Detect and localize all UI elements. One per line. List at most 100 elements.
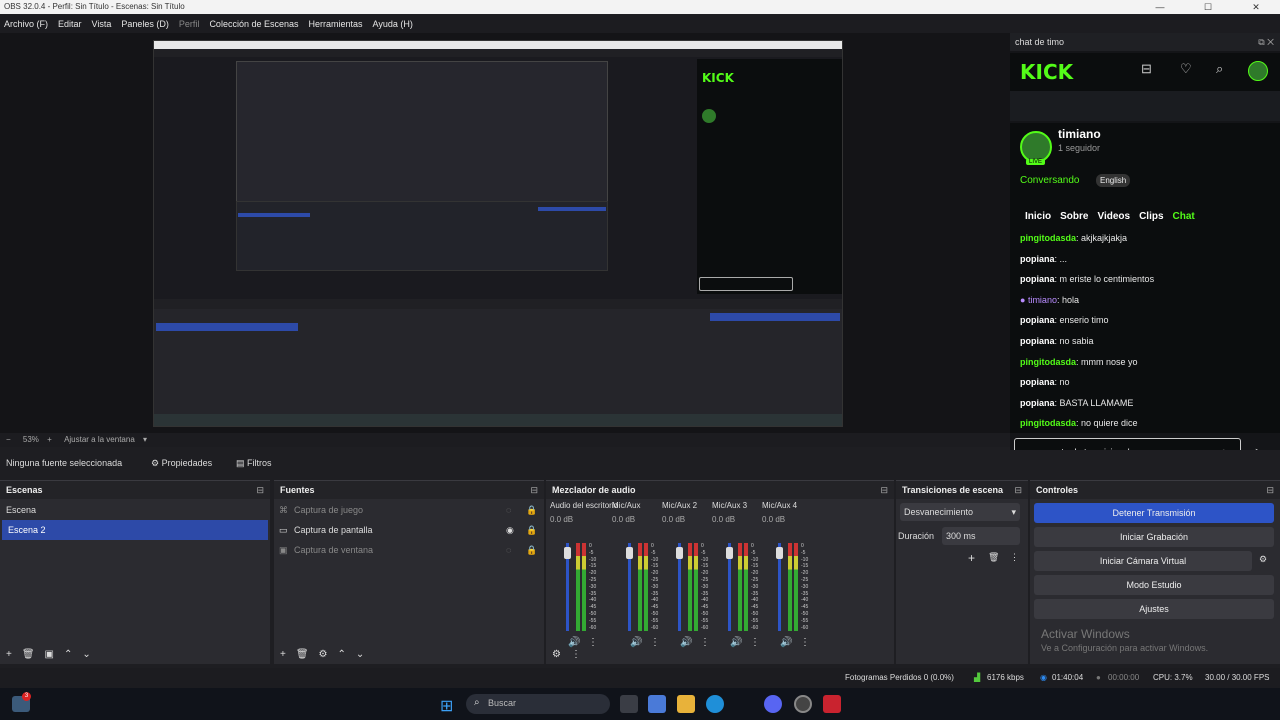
tab-sobre[interactable]: Sobre — [1060, 211, 1088, 222]
studio-mode-button[interactable]: Modo Estudio — [1034, 575, 1274, 595]
scene-item-escena-2[interactable]: Escena 2 — [2, 520, 268, 540]
chat-username[interactable]: popiana — [1020, 336, 1055, 346]
chat-username[interactable]: popiana — [1020, 398, 1055, 408]
move-down-icon[interactable]: ⌄ — [82, 649, 90, 660]
chat-username[interactable]: timiano — [1028, 295, 1057, 305]
trash-icon[interactable]: 🗑 — [988, 552, 999, 563]
duration-spinbox[interactable]: 300 ms — [942, 527, 1020, 545]
menu-editar[interactable]: Editar — [58, 19, 82, 29]
lock-icon[interactable]: 🔒 — [526, 540, 537, 560]
widgets-icon[interactable] — [648, 695, 666, 713]
app-icon[interactable] — [823, 695, 841, 713]
chevron-down-icon[interactable]: ▾ — [143, 435, 147, 444]
chat-text: ... — [1059, 253, 1068, 264]
file-explorer-icon[interactable] — [677, 695, 695, 713]
eye-icon[interactable]: ◉ — [506, 520, 514, 540]
chat-username[interactable]: popiana — [1020, 254, 1055, 264]
db-tick: -40 — [751, 597, 759, 604]
menu-ayuda[interactable]: Ayuda (H) — [373, 19, 413, 29]
maximize-icon[interactable]: ☐ — [1184, 0, 1232, 14]
dock-config-icon[interactable]: ⊟ — [256, 481, 264, 499]
user-avatar-icon[interactable] — [1248, 61, 1268, 81]
menu-vista[interactable]: Vista — [92, 19, 112, 29]
menu-paneles[interactable]: Paneles (D) — [121, 19, 169, 29]
chat-username[interactable]: pingitodasda — [1020, 233, 1076, 243]
menu-herramientas[interactable]: Herramientas — [309, 19, 363, 29]
dock-config-icon[interactable]: ⊟ — [530, 481, 538, 499]
filter-icon[interactable]: ▣ — [45, 649, 54, 660]
volume-knob[interactable] — [626, 547, 633, 559]
more-icon[interactable]: ⋮ — [571, 649, 581, 660]
scene-item-escena[interactable]: Escena — [0, 500, 270, 520]
mixer-settings-icon[interactable]: ⚙ — [552, 649, 561, 660]
virtual-camera-settings-icon[interactable]: ⚙ — [1259, 554, 1267, 565]
tab-inicio[interactable]: Inicio — [1025, 211, 1051, 222]
volume-knob[interactable] — [676, 547, 683, 559]
settings-button[interactable]: Ajustes — [1034, 599, 1274, 619]
chat-message-list[interactable]: pingitodasda: akjkajkjakja popiana: ... po… — [1010, 228, 1280, 433]
heart-icon[interactable]: ♡ — [1180, 61, 1192, 77]
volume-knob[interactable] — [776, 547, 783, 559]
minimize-icon[interactable]: — — [1136, 0, 1184, 14]
lock-icon[interactable]: 🔒 — [526, 520, 537, 540]
add-source-icon[interactable]: + — [280, 649, 286, 660]
edge-icon[interactable] — [706, 695, 724, 713]
start-virtual-camera-button[interactable]: Iniciar Cámara Virtual — [1034, 551, 1252, 571]
chat-username[interactable]: popiana — [1020, 315, 1055, 325]
db-tick: -10 — [589, 556, 597, 563]
channel-name: Audio del escritorio — [550, 501, 619, 510]
add-transition-icon[interactable]: + — [968, 551, 975, 565]
close-icon[interactable]: ✕ — [1232, 0, 1280, 14]
eye-hidden-icon[interactable]: ◌ — [506, 500, 511, 520]
volume-knob[interactable] — [564, 547, 571, 559]
tab-chat[interactable]: Chat — [1173, 211, 1195, 222]
menu-perfil[interactable]: Perfil — [179, 19, 200, 29]
menu-archivo[interactable]: Archivo (F) — [4, 19, 48, 29]
start-recording-button[interactable]: Iniciar Grabación — [1034, 527, 1274, 547]
discord-icon[interactable] — [764, 695, 782, 713]
tab-videos[interactable]: Videos — [1097, 211, 1130, 222]
move-down-icon[interactable]: ⌄ — [356, 649, 364, 660]
trash-icon[interactable]: 🗑 — [296, 649, 309, 660]
category-label[interactable]: Conversando — [1020, 175, 1079, 186]
chat-username[interactable]: popiana — [1020, 377, 1055, 387]
move-up-icon[interactable]: ⌃ — [338, 649, 346, 660]
dock-config-icon[interactable]: ⊟ — [1266, 481, 1274, 499]
chat-username[interactable]: pingitodasda — [1020, 418, 1076, 428]
move-up-icon[interactable]: ⌃ — [64, 649, 72, 660]
add-scene-icon[interactable]: + — [6, 649, 12, 660]
db-tick: -50 — [651, 610, 659, 617]
trash-icon[interactable]: 🗑 — [22, 649, 35, 660]
volume-knob[interactable] — [726, 547, 733, 559]
gear-icon[interactable]: ⚙ — [319, 649, 328, 660]
chat-username[interactable]: pingitodasda — [1020, 357, 1076, 367]
obs-icon[interactable] — [794, 695, 812, 713]
more-icon[interactable]: ⋮ — [1010, 552, 1019, 563]
taskbar-search[interactable]: ⌕ Buscar — [466, 694, 610, 714]
fit-to-window[interactable]: Ajustar a la ventana — [64, 435, 135, 444]
search-icon[interactable]: ⌕ — [1216, 61, 1223, 77]
kick-logo[interactable]: KICK — [1020, 60, 1073, 84]
dock-config-icon[interactable]: ⊟ — [880, 481, 888, 499]
source-item-screen-capture[interactable]: ▭ Captura de pantalla ◉ 🔒 — [274, 520, 544, 540]
channel-db: 0.0 dB — [550, 515, 574, 524]
source-item-game-capture[interactable]: ⌘ Captura de juego ◌ 🔒 — [274, 500, 544, 520]
dock-close-icon[interactable]: ⧉ ✕ — [1258, 33, 1274, 51]
windows-start-icon[interactable]: ⊞ — [440, 696, 453, 716]
db-tick: -40 — [801, 597, 809, 604]
zoom-level[interactable]: 53% — [23, 435, 39, 444]
eye-hidden-icon[interactable]: ◌ — [506, 540, 511, 560]
tab-clips[interactable]: Clips — [1139, 211, 1163, 222]
filters-button[interactable]: ▤ Filtros — [236, 450, 272, 476]
stop-streaming-button[interactable]: Detener Transmisión — [1034, 503, 1274, 523]
source-item-window-capture[interactable]: ▣ Captura de ventana ◌ 🔒 — [274, 540, 544, 560]
task-view-icon[interactable] — [620, 695, 638, 713]
theater-icon[interactable]: ⊟ — [1141, 61, 1152, 77]
properties-button[interactable]: ⚙ Propiedades — [151, 450, 212, 476]
menu-coleccion[interactable]: Colección de Escenas — [209, 19, 298, 29]
lock-icon[interactable]: 🔒 — [526, 500, 537, 520]
transition-select[interactable]: Desvanecimiento ▾ — [900, 503, 1020, 521]
chat-username[interactable]: popiana — [1020, 274, 1055, 284]
dock-config-icon[interactable]: ⊟ — [1014, 481, 1022, 499]
channel-name[interactable]: timiano — [1058, 127, 1101, 141]
